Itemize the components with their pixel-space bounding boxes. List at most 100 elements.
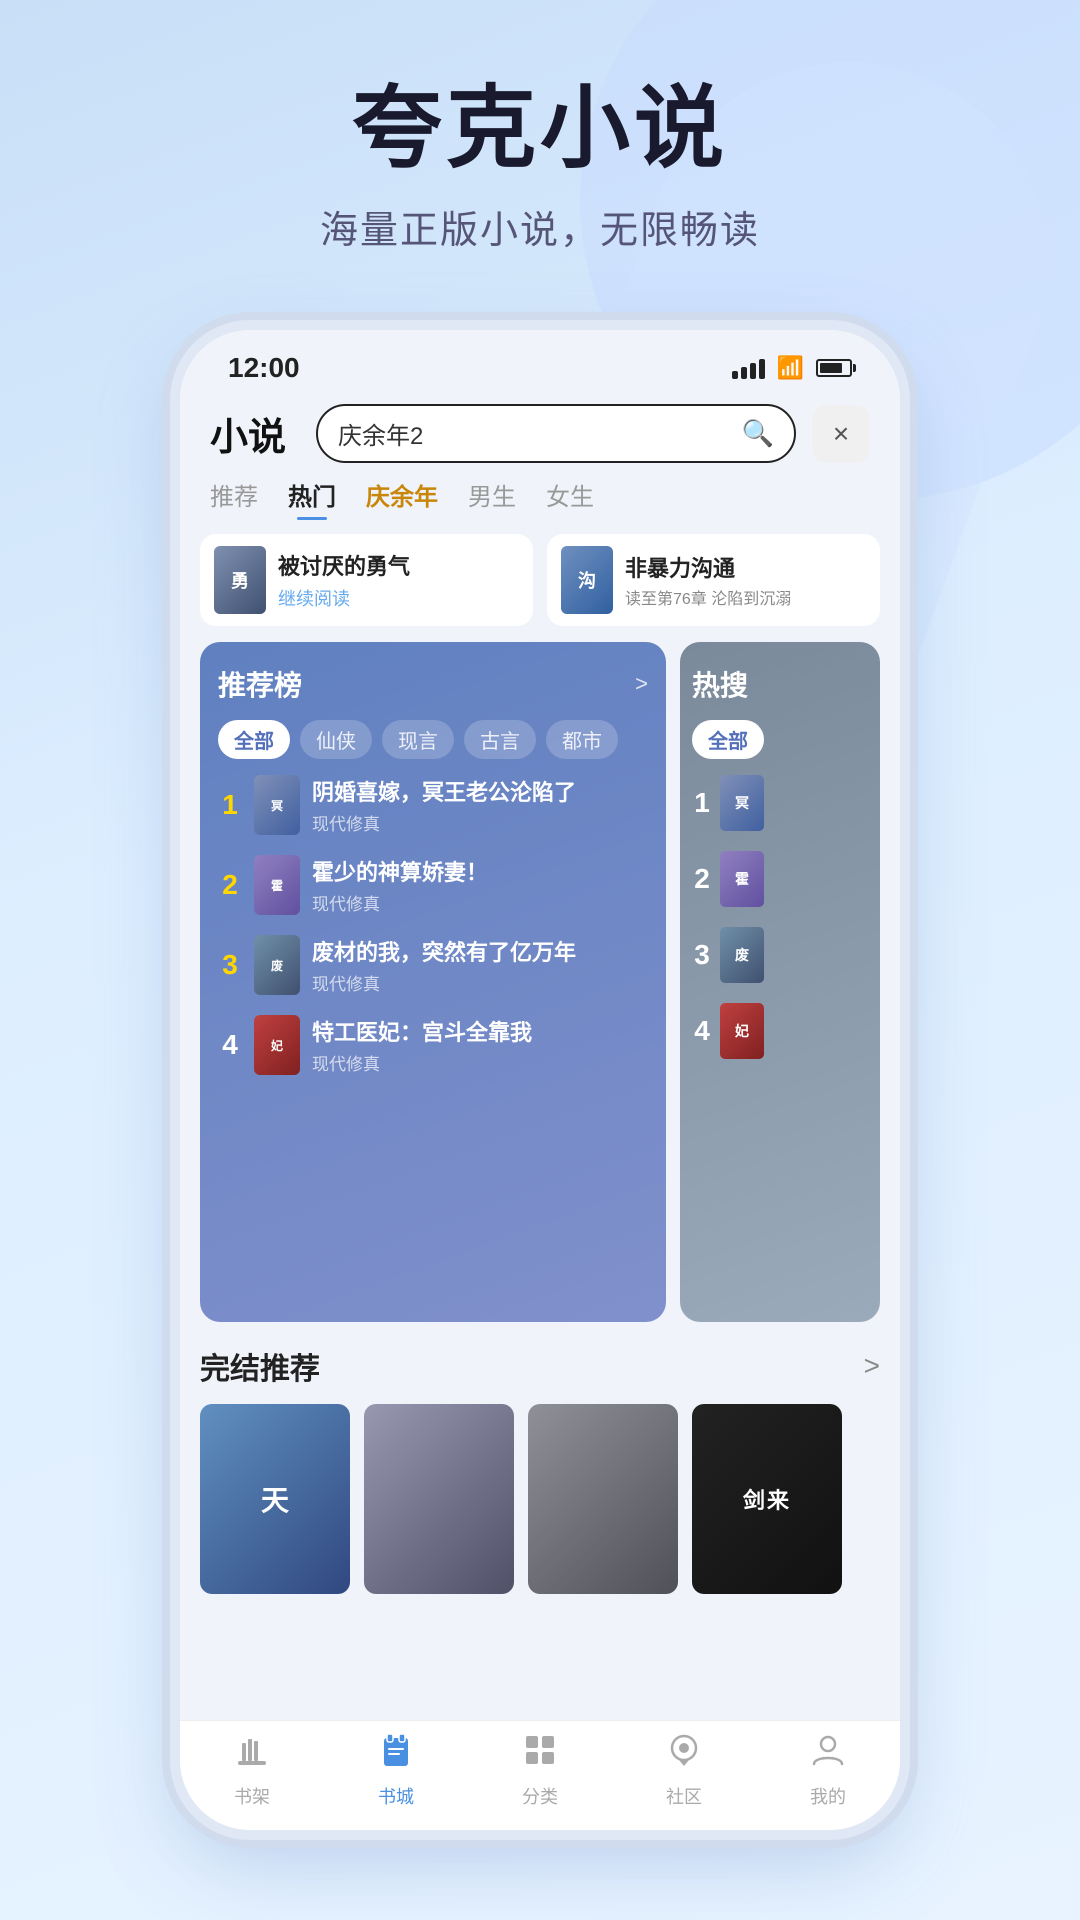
profile-label: 我的 <box>810 1783 846 1809</box>
nav-category[interactable]: 分类 <box>522 1732 558 1809</box>
filter-xianxia[interactable]: 仙侠 <box>300 720 372 759</box>
rank-genre-2: 现代修真 <box>312 890 648 915</box>
hot-rank-num-1: 1 <box>692 787 712 819</box>
phone-wrapper: 12:00 📶 小说 庆余年2 🔍 <box>180 330 900 1830</box>
completed-book-1[interactable]: 天 <box>200 1404 350 1594</box>
nav-shelf[interactable]: 书架 <box>234 1733 270 1809</box>
filter-dushi[interactable]: 都市 <box>546 720 618 759</box>
hot-rank-cover-1: 冥 <box>720 775 764 831</box>
rank-info-2: 霍少的神算娇妻！ 现代修真 <box>312 855 648 915</box>
hero-section: 夸克小说 海量正版小说，无限畅读 <box>0 80 1080 254</box>
shelf-label: 书架 <box>234 1783 270 1809</box>
ranking-arrow[interactable]: > <box>635 671 648 697</box>
ranking-panel: 推荐榜 > 全部 仙侠 现言 古言 都市 1 冥 <box>200 642 666 1322</box>
rank-genre-4: 现代修真 <box>312 1050 648 1075</box>
tab-recommend[interactable]: 推荐 <box>210 477 258 520</box>
phone-frame: 12:00 📶 小说 庆余年2 🔍 <box>180 330 900 1830</box>
hot-rank-num-3: 3 <box>692 939 712 971</box>
rank-item-3[interactable]: 3 废 废材的我，突然有了亿万年 现代修真 <box>218 935 648 995</box>
nav-profile[interactable]: 我的 <box>810 1732 846 1809</box>
hot-rank-item-1[interactable]: 1 冥 <box>692 775 868 831</box>
ranking-title: 推荐榜 <box>218 664 302 704</box>
category-icon <box>522 1732 558 1777</box>
hero-title: 夸克小说 <box>0 80 1080 179</box>
rank-cover-2: 霍 <box>254 855 300 915</box>
close-button[interactable]: × <box>812 405 870 463</box>
rank-cover-4: 妃 <box>254 1015 300 1075</box>
recent-info-2: 非暴力沟通 读至第76章 沦陷到沉溺 <box>625 551 866 609</box>
hot-rank-item-2[interactable]: 2 霍 <box>692 851 868 907</box>
store-icon <box>378 1732 414 1777</box>
rank-item-1[interactable]: 1 冥 阴婚喜嫁，冥王老公沦陷了 现代修真 <box>218 775 648 835</box>
tab-female[interactable]: 女生 <box>546 477 594 520</box>
hot-rank-cover-4: 妃 <box>720 1003 764 1059</box>
rank-cover-3: 废 <box>254 935 300 995</box>
rank-title-3: 废材的我，突然有了亿万年 <box>312 935 648 967</box>
completed-book-3[interactable] <box>528 1404 678 1594</box>
recent-title-2: 非暴力沟通 <box>625 551 866 583</box>
completed-section: 完结推荐 > 天 剑来 <box>180 1322 900 1594</box>
signal-icon <box>732 357 765 379</box>
recent-title-1: 被讨厌的勇气 <box>278 549 519 581</box>
search-input[interactable]: 庆余年2 <box>338 416 732 451</box>
hot-panel-header: 热搜 <box>692 664 868 704</box>
nav-tabs: 推荐 热门 庆余年 男生 女生 <box>180 477 900 520</box>
rank-cover-1: 冥 <box>254 775 300 835</box>
completed-arrow[interactable]: > <box>864 1350 880 1382</box>
community-icon <box>666 1732 702 1777</box>
profile-icon <box>810 1732 846 1777</box>
wifi-icon: 📶 <box>777 355 804 381</box>
completed-title: 完结推荐 <box>200 1344 320 1388</box>
rank-num-1: 1 <box>218 789 242 821</box>
completed-book-2[interactable] <box>364 1404 514 1594</box>
main-area: 推荐榜 > 全部 仙侠 现言 古言 都市 1 冥 <box>180 642 900 1322</box>
nav-store[interactable]: 书城 <box>378 1732 414 1809</box>
rank-title-2: 霍少的神算娇妻！ <box>312 855 648 887</box>
hot-rank-item-4[interactable]: 4 妃 <box>692 1003 868 1059</box>
completed-book-row: 天 剑来 <box>200 1404 880 1594</box>
status-bar: 12:00 📶 <box>180 330 900 394</box>
recent-progress-2: 读至第76章 沦陷到沉溺 <box>625 585 866 609</box>
rank-title-4: 特工医妃：宫斗全靠我 <box>312 1015 648 1047</box>
battery-icon <box>816 359 852 377</box>
rank-item-2[interactable]: 2 霍 霍少的神算娇妻！ 现代修真 <box>218 855 648 915</box>
rank-item-4[interactable]: 4 妃 特工医妃：宫斗全靠我 现代修真 <box>218 1015 648 1075</box>
app-header: 小说 庆余年2 🔍 × <box>180 394 900 477</box>
status-icons: 📶 <box>732 355 852 381</box>
hot-search-panel: 热搜 全部 1 冥 2 霍 <box>680 642 880 1322</box>
rank-num-4: 4 <box>218 1029 242 1061</box>
recent-info-1: 被讨厌的勇气 继续阅读 <box>278 549 519 611</box>
search-icon[interactable]: 🔍 <box>742 418 774 449</box>
shelf-icon <box>234 1733 270 1777</box>
hot-rank-cover-3: 废 <box>720 927 764 983</box>
rank-genre-3: 现代修真 <box>312 970 648 995</box>
rank-info-1: 阴婚喜嫁，冥王老公沦陷了 现代修真 <box>312 775 648 835</box>
app-title: 小说 <box>210 406 300 461</box>
filter-guyan[interactable]: 古言 <box>464 720 536 759</box>
book-cover-1: 勇 <box>214 546 266 614</box>
hero-subtitle: 海量正版小说，无限畅读 <box>0 199 1080 254</box>
tab-hot[interactable]: 热门 <box>288 477 336 520</box>
filter-xiandai[interactable]: 现言 <box>382 720 454 759</box>
nav-community[interactable]: 社区 <box>666 1732 702 1809</box>
app-content: 小说 庆余年2 🔍 × 推荐 热门 庆余年 男生 女生 勇 <box>180 394 900 1830</box>
search-bar[interactable]: 庆余年2 🔍 <box>316 404 796 463</box>
book-cover-2: 沟 <box>561 546 613 614</box>
status-time: 12:00 <box>228 352 300 384</box>
tab-qingyunian[interactable]: 庆余年 <box>366 477 438 520</box>
bottom-nav: 书架 书城 <box>180 1720 900 1830</box>
rank-title-1: 阴婚喜嫁，冥王老公沦陷了 <box>312 775 648 807</box>
hot-filter-all[interactable]: 全部 <box>692 720 764 759</box>
hot-filters: 全部 <box>692 720 868 759</box>
rank-num-3: 3 <box>218 949 242 981</box>
community-label: 社区 <box>666 1783 702 1809</box>
rank-info-4: 特工医妃：宫斗全靠我 现代修真 <box>312 1015 648 1075</box>
filter-all[interactable]: 全部 <box>218 720 290 759</box>
recent-card-1[interactable]: 勇 被讨厌的勇气 继续阅读 <box>200 534 533 626</box>
recent-card-2[interactable]: 沟 非暴力沟通 读至第76章 沦陷到沉溺 <box>547 534 880 626</box>
hot-rank-num-4: 4 <box>692 1015 712 1047</box>
completed-book-4[interactable]: 剑来 <box>692 1404 842 1594</box>
hot-rank-item-3[interactable]: 3 废 <box>692 927 868 983</box>
tab-male[interactable]: 男生 <box>468 477 516 520</box>
rank-genre-1: 现代修真 <box>312 810 648 835</box>
